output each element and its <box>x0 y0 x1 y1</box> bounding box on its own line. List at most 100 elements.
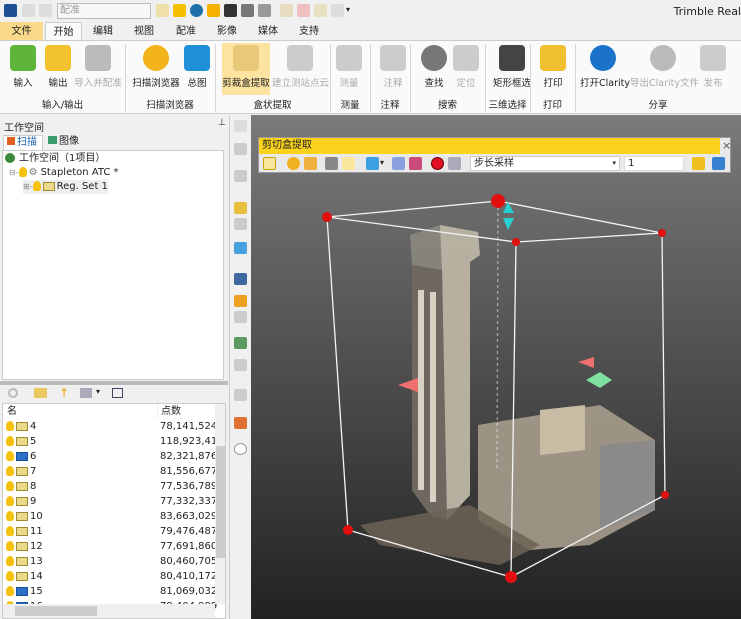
table-row[interactable]: 10 83,663,029 <box>3 509 217 524</box>
tab-4[interactable]: 配准 <box>166 22 206 41</box>
pin-icon[interactable] <box>297 4 310 17</box>
ribbon-button-14[interactable]: 导出Clarity文件 <box>630 45 699 89</box>
rotate-icon[interactable] <box>409 157 422 170</box>
tree-project[interactable]: ⊟- ⚙ Stapleton ATC * <box>9 166 119 180</box>
warning-icon[interactable] <box>234 295 247 307</box>
undo-icon[interactable] <box>22 4 35 17</box>
settings-icon[interactable] <box>448 157 461 170</box>
table-row[interactable]: 4 78,141,524 <box>3 419 217 434</box>
tab-1[interactable]: 开始 <box>45 22 82 41</box>
fit-icon[interactable] <box>392 157 405 170</box>
cloud3-icon[interactable] <box>234 359 247 371</box>
open-icon[interactable] <box>156 4 169 17</box>
cloud4-icon[interactable] <box>234 389 247 401</box>
tab-scans[interactable]: 扫描 <box>3 135 43 151</box>
redo-icon[interactable] <box>39 4 52 17</box>
chevron-down-icon[interactable]: ▾ <box>380 158 384 167</box>
expand-icon[interactable]: ⊞- <box>23 182 33 191</box>
sampling-value-input[interactable]: 1 <box>624 156 684 171</box>
tab-3[interactable]: 视图 <box>124 22 164 41</box>
tab-images[interactable]: 图像 <box>48 135 79 151</box>
ribbon-button-10[interactable]: 定位 <box>453 45 479 89</box>
ribbon-button-0[interactable]: 输入 <box>8 45 38 89</box>
move-left-arrow-icon[interactable] <box>398 378 418 392</box>
bulb-icon[interactable] <box>6 451 14 461</box>
move-right-arrow-icon[interactable] <box>578 357 594 368</box>
bulb-icon[interactable] <box>6 481 14 491</box>
table-row[interactable]: 15 81,069,032 <box>3 584 217 599</box>
qat-more-icon[interactable]: ▾ <box>346 5 350 14</box>
tree-root[interactable]: 工作空间（1项目） <box>5 152 105 166</box>
ribbon-button-1[interactable]: 输出 <box>43 45 73 89</box>
table-row[interactable]: 13 80,460,705 <box>3 554 217 569</box>
layer-icon[interactable] <box>325 157 338 170</box>
table-row[interactable]: 5 118,923,415 <box>3 434 224 449</box>
bulb-icon[interactable] <box>6 511 14 521</box>
cloud-icon[interactable] <box>234 143 247 155</box>
3d-viewport[interactable] <box>251 115 741 619</box>
table-row[interactable]: 12 77,691,860 <box>3 539 217 554</box>
clip-select-icon[interactable] <box>263 157 276 170</box>
tab-2[interactable]: 编辑 <box>83 22 123 41</box>
cube-icon[interactable] <box>234 242 247 254</box>
image-icon[interactable] <box>234 337 247 349</box>
column-points[interactable]: 点数 <box>157 404 181 419</box>
navigate-icon[interactable] <box>234 202 247 214</box>
ribbon-button-3[interactable]: 扫描浏览器 <box>132 45 180 89</box>
cube-view-icon[interactable] <box>234 120 247 132</box>
horizontal-scrollbar[interactable] <box>3 604 215 618</box>
table-row[interactable]: 7 81,556,677 <box>3 464 217 479</box>
app-logo-icon[interactable] <box>4 4 17 17</box>
bulb-icon[interactable] <box>6 556 14 566</box>
cloud2-icon[interactable] <box>234 170 247 182</box>
move-depth-arrow-icon[interactable] <box>586 372 612 388</box>
close-icon[interactable]: × <box>722 139 731 152</box>
ribbon-button-12[interactable]: 打印 <box>540 45 566 89</box>
scrollbar-thumb[interactable] <box>15 606 97 616</box>
ribbon-button-9[interactable]: 查找 <box>421 45 447 89</box>
bulb-icon[interactable] <box>6 496 14 506</box>
sampling-mode-select[interactable]: 步长采样 ▾ <box>470 156 620 171</box>
vertical-scrollbar[interactable] <box>215 404 225 604</box>
layer-icon[interactable] <box>234 273 247 285</box>
bulb-icon[interactable] <box>6 466 14 476</box>
record-icon[interactable] <box>431 157 444 170</box>
tab-0[interactable]: 文件 <box>0 22 43 41</box>
export-icon[interactable] <box>712 157 725 170</box>
sphere-icon[interactable] <box>190 4 203 17</box>
folder-icon[interactable] <box>34 388 47 398</box>
columns-icon[interactable] <box>80 388 92 398</box>
bulb-icon[interactable] <box>6 586 14 596</box>
up-arrow-icon[interactable]: ↑ <box>59 386 69 400</box>
move-icon[interactable] <box>287 157 300 170</box>
point-cloud-scene[interactable] <box>251 115 741 619</box>
view-icon[interactable] <box>112 388 123 398</box>
cube-icon[interactable] <box>366 157 379 170</box>
table-row[interactable]: 9 77,332,337 <box>3 494 217 509</box>
ribbon-button-4[interactable]: 总图 <box>182 45 212 89</box>
search-icon[interactable] <box>8 388 18 398</box>
ribbon-button-2[interactable]: 导入并配准 <box>73 45 123 89</box>
bulb-icon[interactable] <box>6 436 14 446</box>
bulb-icon[interactable] <box>18 167 27 177</box>
photo-icon[interactable] <box>234 417 247 429</box>
edit-icon[interactable] <box>314 4 327 17</box>
export-folder-icon[interactable] <box>692 157 705 170</box>
ribbon-button-11[interactable]: 矩形框选 <box>490 45 534 89</box>
box-icon[interactable] <box>342 157 355 170</box>
tree-regset[interactable]: ⊞- Reg. Set 1 <box>23 180 108 194</box>
bulb-icon[interactable] <box>6 541 14 551</box>
ribbon-button-8[interactable]: 注释 <box>380 45 406 89</box>
splitter[interactable] <box>0 381 228 385</box>
tab-6[interactable]: 媒体 <box>248 22 288 41</box>
tab-7[interactable]: 支持 <box>289 22 329 41</box>
save-copy-icon[interactable] <box>258 4 271 17</box>
ribbon-button-5[interactable]: 剪裁盒提取 <box>222 43 270 95</box>
save-icon[interactable] <box>224 4 237 17</box>
column-name[interactable]: 名 <box>7 404 17 419</box>
pin-icon[interactable]: ⊥ <box>218 118 226 128</box>
collapse-icon[interactable]: ⊟- <box>9 168 19 177</box>
chevron-down-icon[interactable]: ▾ <box>96 387 100 396</box>
tool-icon[interactable] <box>234 218 247 230</box>
cancel-icon[interactable] <box>331 4 344 17</box>
